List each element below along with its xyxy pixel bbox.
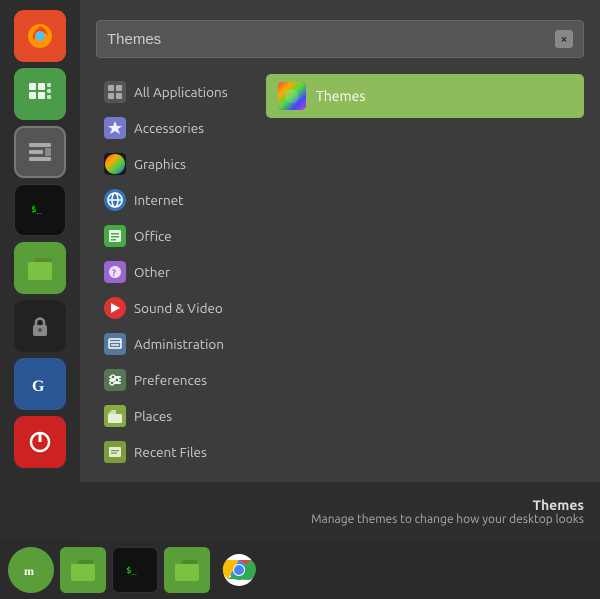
firefox-icon xyxy=(25,21,55,51)
category-office-label: Office xyxy=(134,228,172,244)
category-internet-label: Internet xyxy=(134,192,183,208)
power-icon xyxy=(27,429,53,455)
places-icon xyxy=(104,405,126,427)
svg-text:m: m xyxy=(24,564,34,578)
internet-icon xyxy=(104,189,126,211)
sidebar: $_ G xyxy=(0,0,80,540)
category-places-label: Places xyxy=(134,408,172,424)
categories-panel: All Applications Accessories xyxy=(96,74,256,444)
category-all-applications[interactable]: All Applications xyxy=(96,74,256,110)
terminal-icon: $_ xyxy=(27,197,53,223)
category-administration-label: Administration xyxy=(134,336,224,352)
ui-tool-icon xyxy=(27,139,53,165)
lock-icon xyxy=(27,313,53,339)
administration-icon xyxy=(104,333,126,355)
mint-logo-icon: m xyxy=(16,555,46,585)
all-apps-icon xyxy=(104,81,126,103)
category-recent-files-label: Recent Files xyxy=(134,444,207,460)
taskbar-file-manager-button[interactable] xyxy=(60,547,106,593)
office-icon xyxy=(104,225,126,247)
taskbar-chrome-button[interactable] xyxy=(216,547,262,593)
category-sound-video[interactable]: Sound & Video xyxy=(96,290,256,326)
recent-files-icon xyxy=(104,441,126,463)
status-bar: Themes Manage themes to change how your … xyxy=(80,482,600,540)
sidebar-icon-power[interactable] xyxy=(14,416,66,468)
svg-text:$_: $_ xyxy=(126,566,137,576)
taskbar: m $_ xyxy=(0,540,600,599)
svg-text:$_: $_ xyxy=(31,205,42,215)
chrome-icon xyxy=(222,553,256,587)
typora-icon: G xyxy=(27,371,53,397)
taskbar-terminal-button[interactable]: $_ xyxy=(112,547,158,593)
category-graphics[interactable]: Graphics xyxy=(96,146,256,182)
category-sound-video-label: Sound & Video xyxy=(134,300,223,316)
sidebar-icon-apps[interactable] xyxy=(14,68,66,120)
category-other[interactable]: ? Other xyxy=(96,254,256,290)
main-area: × All Applications xyxy=(80,0,600,540)
search-input[interactable] xyxy=(107,31,555,48)
apps-grid-icon xyxy=(27,81,53,107)
category-recent-files[interactable]: Recent Files xyxy=(96,434,256,470)
category-other-label: Other xyxy=(134,264,170,280)
status-description: Manage themes to change how your desktop… xyxy=(311,513,584,526)
sidebar-icon-files[interactable] xyxy=(14,242,66,294)
sidebar-icon-lock[interactable] xyxy=(14,300,66,352)
svg-text:?: ? xyxy=(112,268,116,278)
files-icon xyxy=(26,254,54,282)
sidebar-icon-typora[interactable]: G xyxy=(14,358,66,410)
sidebar-icon-firefox[interactable] xyxy=(14,10,66,62)
category-internet[interactable]: Internet xyxy=(96,182,256,218)
sidebar-icon-ui-tool[interactable] xyxy=(14,126,66,178)
taskbar-mint-button[interactable]: m xyxy=(8,547,54,593)
sidebar-icon-terminal[interactable]: $_ xyxy=(14,184,66,236)
category-preferences-label: Preferences xyxy=(134,372,207,388)
taskbar-file-manager-2-button[interactable] xyxy=(164,547,210,593)
themes-app-icon xyxy=(278,82,306,110)
file-manager-icon xyxy=(69,556,97,584)
category-administration[interactable]: Administration xyxy=(96,326,256,362)
taskbar-terminal-icon: $_ xyxy=(122,557,148,583)
preferences-icon xyxy=(104,369,126,391)
category-accessories-label: Accessories xyxy=(134,120,204,136)
app-themes-label: Themes xyxy=(316,88,365,104)
category-graphics-label: Graphics xyxy=(134,156,186,172)
category-preferences[interactable]: Preferences xyxy=(96,362,256,398)
status-title: Themes xyxy=(533,497,584,513)
graphics-icon xyxy=(104,153,126,175)
category-office[interactable]: Office xyxy=(96,218,256,254)
category-places[interactable]: Places xyxy=(96,398,256,434)
sound-video-icon xyxy=(104,297,126,319)
accessories-icon xyxy=(104,117,126,139)
apps-panel: Themes xyxy=(266,74,584,444)
content-layout: All Applications Accessories xyxy=(96,74,584,444)
search-bar: × xyxy=(96,20,584,58)
svg-text:G: G xyxy=(32,378,45,395)
file-manager-2-icon xyxy=(173,556,201,584)
search-clear-button[interactable]: × xyxy=(555,30,573,48)
category-accessories[interactable]: Accessories xyxy=(96,110,256,146)
other-icon: ? xyxy=(104,261,126,283)
category-all-applications-label: All Applications xyxy=(134,84,228,100)
app-item-themes[interactable]: Themes xyxy=(266,74,584,118)
